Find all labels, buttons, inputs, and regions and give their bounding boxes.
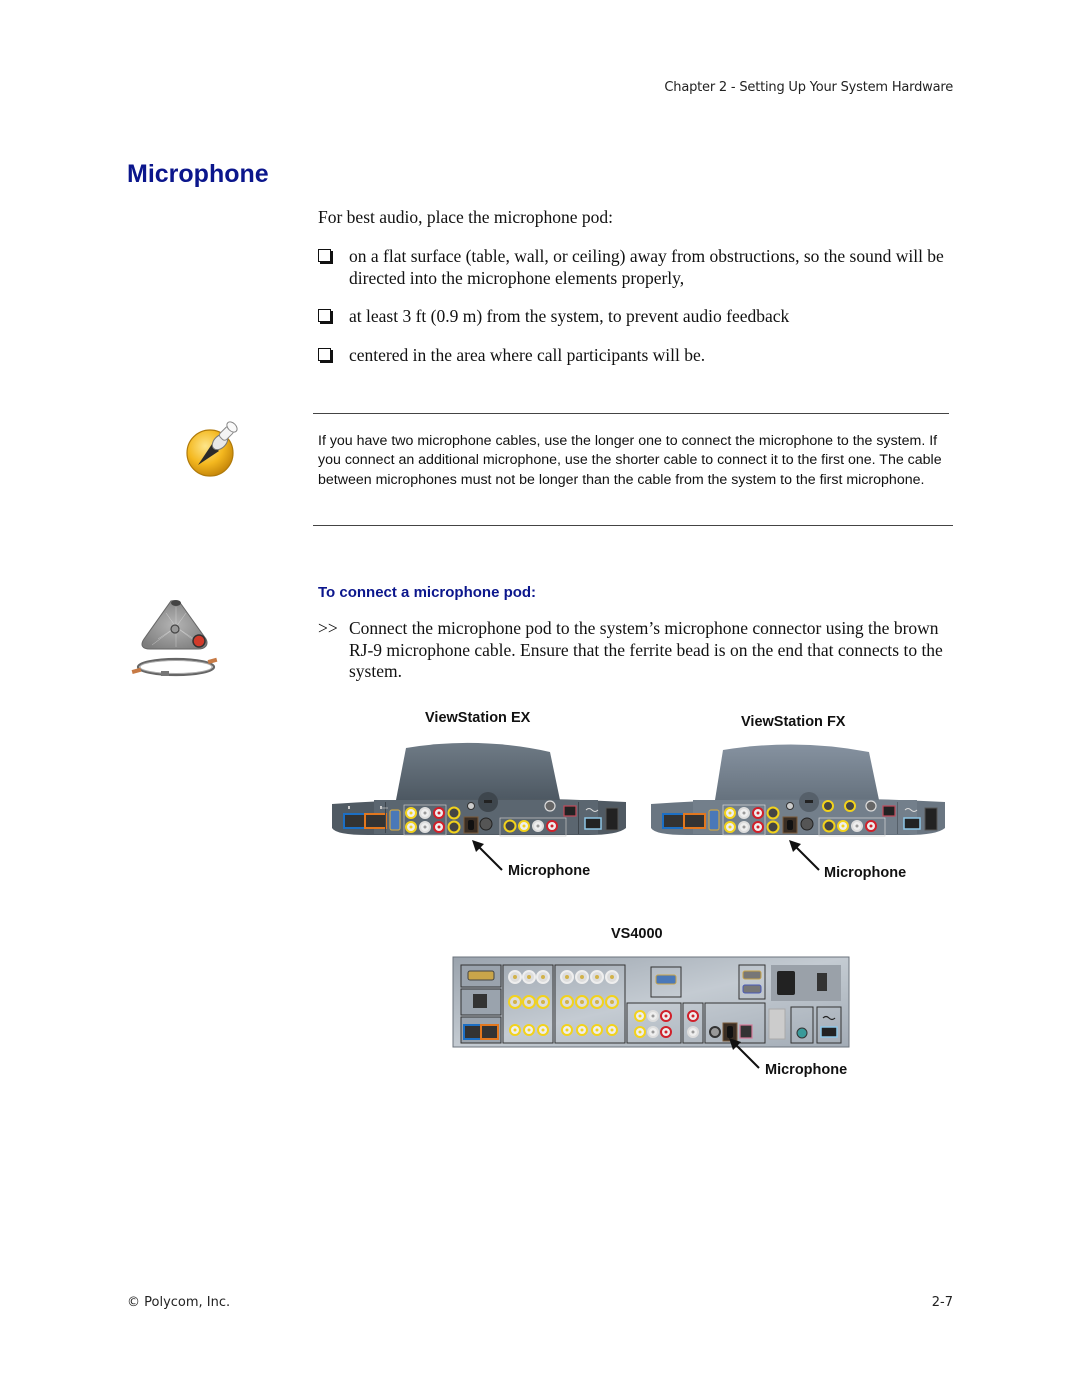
- viewstation-fx-microphone-callout: Microphone: [824, 865, 907, 881]
- checkbox-square-icon: [318, 309, 331, 322]
- vs4000-microphone-callout: Microphone: [765, 1062, 848, 1078]
- bullet-item: centered in the area where call particip…: [318, 345, 958, 367]
- bullet-item: on a flat surface (table, wall, or ceili…: [318, 246, 958, 290]
- footer-copyright: © Polycom, Inc.: [127, 1295, 231, 1310]
- vs4000-title: VS4000: [611, 926, 663, 942]
- intro-paragraph: For best audio, place the microphone pod…: [318, 207, 613, 227]
- callout-arrow-icon: [729, 1038, 760, 1069]
- callout-arrow-icon: [472, 840, 503, 871]
- bullet-item: at least 3 ft (0.9 m) from the system, t…: [318, 306, 958, 328]
- step-marker: >>: [318, 618, 338, 638]
- footer-page-number: 2-7: [931, 1295, 953, 1310]
- viewstation-fx-rear-panel: [651, 744, 945, 837]
- running-head: Chapter 2 - Setting Up Your System Hardw…: [664, 80, 953, 95]
- step-text: Connect the microphone pod to the system…: [349, 618, 943, 681]
- note-text: If you have two microphone cables, use t…: [318, 433, 942, 488]
- bullet-text: centered in the area where call particip…: [349, 345, 706, 365]
- procedure-title: To connect a microphone pod:: [318, 584, 537, 601]
- bullet-text: on a flat surface (table, wall, or ceili…: [349, 246, 944, 288]
- viewstation-ex-title: ViewStation EX: [425, 710, 531, 726]
- note-top-rule: [313, 413, 949, 414]
- checkbox-square-icon: [318, 348, 331, 361]
- bullet-text: at least 3 ft (0.9 m) from the system, t…: [349, 306, 790, 326]
- note-bottom-rule: [313, 525, 953, 526]
- microphone-pod-image: [131, 600, 218, 677]
- viewstation-fx-title: ViewStation FX: [741, 714, 846, 730]
- pushpin-note-icon: [186, 421, 238, 477]
- viewstation-ex-microphone-callout: Microphone: [508, 863, 591, 879]
- vs4000-rear-panel: [452, 956, 850, 1048]
- checkbox-square-icon: [318, 249, 331, 262]
- callout-arrow-icon: [789, 840, 820, 871]
- section-title: Microphone: [127, 160, 269, 188]
- viewstation-ex-rear-panel: [332, 742, 626, 837]
